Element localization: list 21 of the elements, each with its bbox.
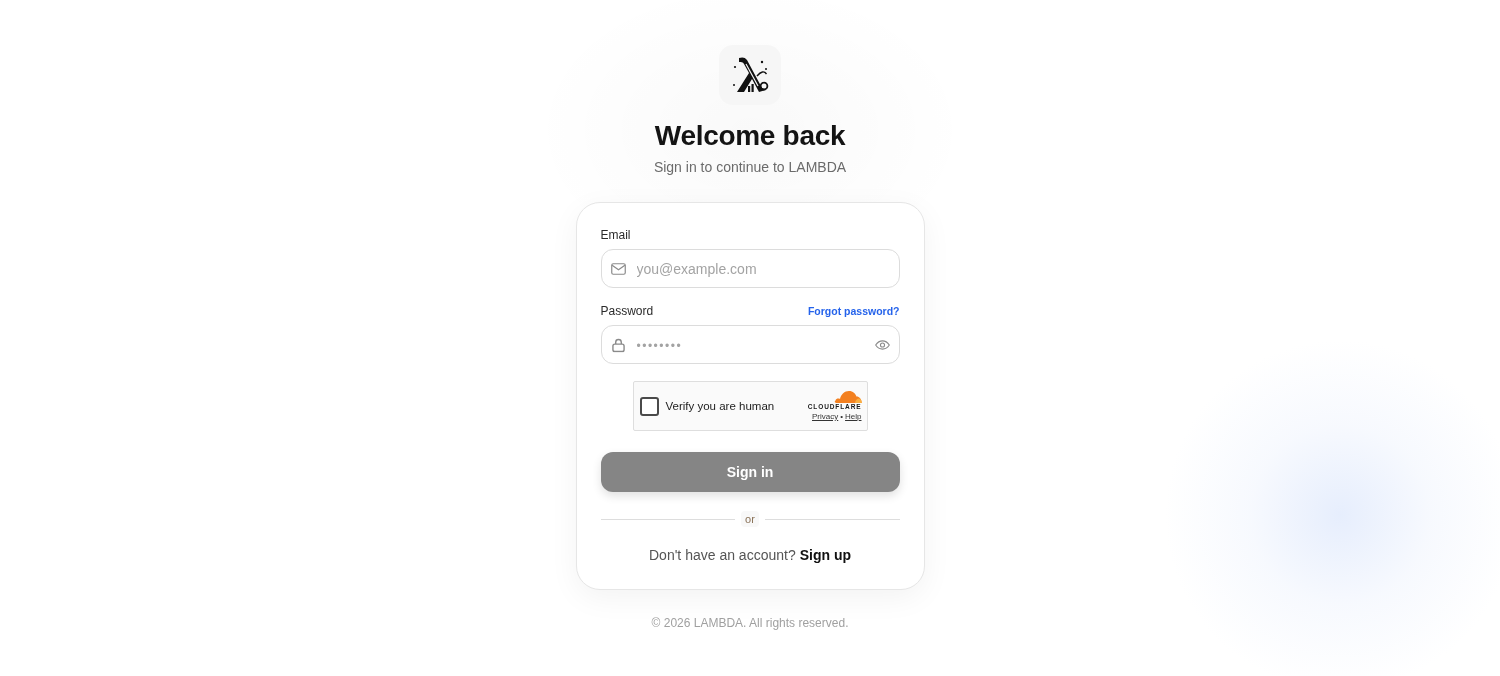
copyright-text: © 2026 LAMBDA. All rights reserved. xyxy=(651,615,849,631)
page-subtitle: Sign in to continue to LAMBDA xyxy=(653,158,847,177)
field-label: Password xyxy=(600,303,654,319)
forgot-password-link[interactable]: Forgot password? xyxy=(807,305,900,317)
link-separator: • xyxy=(840,412,844,422)
sign-up-link[interactable]: Sign up xyxy=(799,547,851,563)
email-input-field[interactable]: you@example.com xyxy=(600,249,900,288)
mail-icon xyxy=(610,262,626,275)
signup-prompt: Don't have an account? xyxy=(649,547,796,563)
password-input-field[interactable]: •••••••• xyxy=(600,325,900,364)
field-label: Email xyxy=(600,227,631,243)
lock-icon xyxy=(611,337,625,352)
page-title: Welcome back xyxy=(654,119,846,153)
privacy-link[interactable]: Privacy xyxy=(812,412,839,422)
eye-icon[interactable] xyxy=(874,339,890,350)
divider-label: or xyxy=(741,511,759,527)
captcha-checkbox[interactable] xyxy=(639,396,659,416)
cloud-icon xyxy=(833,390,862,403)
captcha-label: Verify you are human xyxy=(665,400,776,412)
help-link[interactable]: Help xyxy=(845,412,862,422)
lambda-logo-icon xyxy=(719,45,781,105)
